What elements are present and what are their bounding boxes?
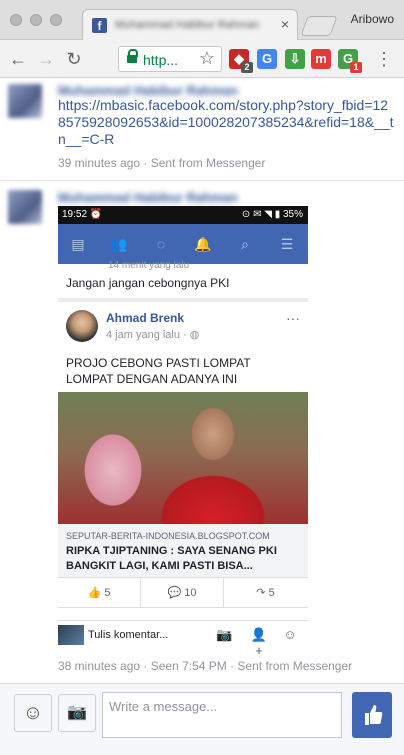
camera-button[interactable]: 📷 — [58, 694, 96, 732]
link-preview: SEPUTAR-BERITA-INDONESIA.BLOGSPOT.COM RI… — [58, 524, 308, 578]
post-author-name: Ahmad Brenk — [106, 311, 185, 325]
profile-name[interactable]: Aribowo — [351, 12, 394, 26]
notifications-icon: 🔔 — [194, 236, 212, 252]
menu-icon: ☰ — [280, 236, 294, 252]
url-text: http... — [143, 52, 179, 68]
link-domain: SEPUTAR-BERITA-INDONESIA.BLOGSPOT.COM — [66, 531, 270, 541]
camera-icon: 📷 — [216, 627, 233, 642]
download-extension-icon[interactable]: ⇩ — [285, 49, 305, 69]
comment-count: 💬 10 — [141, 578, 224, 608]
like-count: 👍 5 — [58, 578, 141, 608]
commenter-thumbnail — [58, 625, 84, 645]
reload-icon[interactable]: ↻ — [62, 47, 86, 71]
share-count: ↷ 5 — [256, 587, 275, 599]
post-author-avatar — [66, 310, 98, 342]
fb-nav-bar: ▤ 👥 ◌ 🔔 ⌕ ☰ — [58, 224, 308, 264]
back-arrow-icon[interactable]: ← — [6, 47, 30, 71]
bookmark-star-icon[interactable]: ☆ — [195, 46, 219, 70]
shared-link[interactable]: https://mbasic.facebook.com/story.php?st… — [58, 97, 394, 148]
close-window-button[interactable] — [10, 14, 22, 26]
browser-tab-active[interactable]: f Muhammad Habibur Rahman × — [82, 9, 298, 40]
post-more-icon: ··· — [286, 310, 300, 326]
tag-person-icon: 👤+ — [250, 627, 268, 658]
link-headline: RIPKA TJIPTANING : SAYA SENANG PKI BANGK… — [66, 545, 277, 572]
post-action-bar: 👍 5 💬 10 ↷ 5 — [58, 578, 308, 608]
new-tab-button[interactable] — [300, 16, 338, 36]
message-input[interactable] — [102, 692, 342, 738]
translate-extension-icon[interactable]: G — [257, 49, 277, 69]
message-composer: ☺ 📷 — [0, 683, 404, 755]
like-button[interactable] — [352, 692, 392, 738]
message-divider — [0, 180, 404, 181]
maximize-window-button[interactable] — [50, 14, 62, 26]
phone-status-bar: 19:52 ⏰ ⊙ ✉ ◥ ▮ 35% — [58, 206, 308, 224]
search-icon: ⌕ — [241, 236, 249, 252]
g-ext-extension-icon[interactable]: G1 — [338, 49, 362, 73]
post-text: PROJO CEBONG PASTI LOMPAT LOMPAT DENGAN … — [66, 356, 251, 386]
tab-close-icon[interactable]: × — [281, 16, 289, 32]
shared-screenshot-image[interactable]: 19:52 ⏰ ⊙ ✉ ◥ ▮ 35% ▤ 👥 ◌ 🔔 ⌕ ☰ 14 menit… — [58, 206, 308, 650]
sender-name[interactable]: Muhammad Habibur Rahman — [58, 83, 238, 98]
facebook-favicon-icon: f — [92, 18, 107, 33]
g-ext-badge: 1 — [350, 62, 362, 73]
phone-comment-bar: Tulis komentar... 📷 👤+ ☺ — [58, 620, 308, 658]
fb-post-card: Ahmad Brenk 4 jam yang lalu · ◍ ··· PROJ… — [58, 302, 308, 620]
post-timestamp: 4 jam yang lalu · ◍ — [106, 329, 200, 341]
ublock-badge: 2 — [241, 62, 253, 73]
sender-name[interactable]: Muhammad Habibur Rahman — [58, 190, 238, 205]
message-meta: 38 minutes ago · Seen 7:54 PM · Sent fro… — [58, 659, 353, 673]
message-meta: 39 minutes ago · Sent from Messenger — [58, 156, 266, 170]
tab-title: Muhammad Habibur Rahman — [115, 19, 260, 31]
browser-toolbar: ← → ↻ http... ☆ ◆ 2 G ⇩ m G 1 ⋮ — [0, 40, 404, 78]
sender-avatar[interactable] — [8, 84, 42, 118]
prev-comment-text: Jangan jangan cebongnya PKI — [66, 276, 230, 290]
comment-placeholder: Tulis komentar... — [88, 629, 169, 641]
emoji-button[interactable]: ☺ — [14, 694, 52, 732]
minimize-window-button[interactable] — [30, 14, 42, 26]
chrome-menu-icon[interactable]: ⋮ — [372, 47, 396, 71]
friends-icon: 👥 — [110, 236, 128, 252]
prev-comment-time: 14 menit yang lalu — [108, 260, 190, 271]
ublock-extension-icon[interactable]: ◆ 2 — [229, 49, 253, 73]
emoji-icon: ☺ — [283, 627, 297, 642]
news-feed-icon: ▤ — [71, 236, 85, 252]
phone-time: 19:52 ⏰ — [62, 209, 103, 220]
post-photo — [58, 392, 308, 524]
phone-status-icons: ⊙ ✉ ◥ ▮ 35% — [241, 209, 303, 220]
messenger-icon: ◌ — [156, 236, 166, 252]
lock-icon — [127, 49, 138, 65]
m-ext-extension-icon[interactable]: m — [311, 49, 331, 69]
prev-comment-card: 14 menit yang lalu Jangan jangan cebongn… — [58, 260, 308, 298]
forward-arrow-icon[interactable]: → — [34, 47, 58, 71]
thumbs-up-icon — [365, 705, 383, 725]
browser-titlebar: f Muhammad Habibur Rahman × Aribowo — [0, 0, 404, 40]
sender-avatar[interactable] — [8, 190, 42, 224]
